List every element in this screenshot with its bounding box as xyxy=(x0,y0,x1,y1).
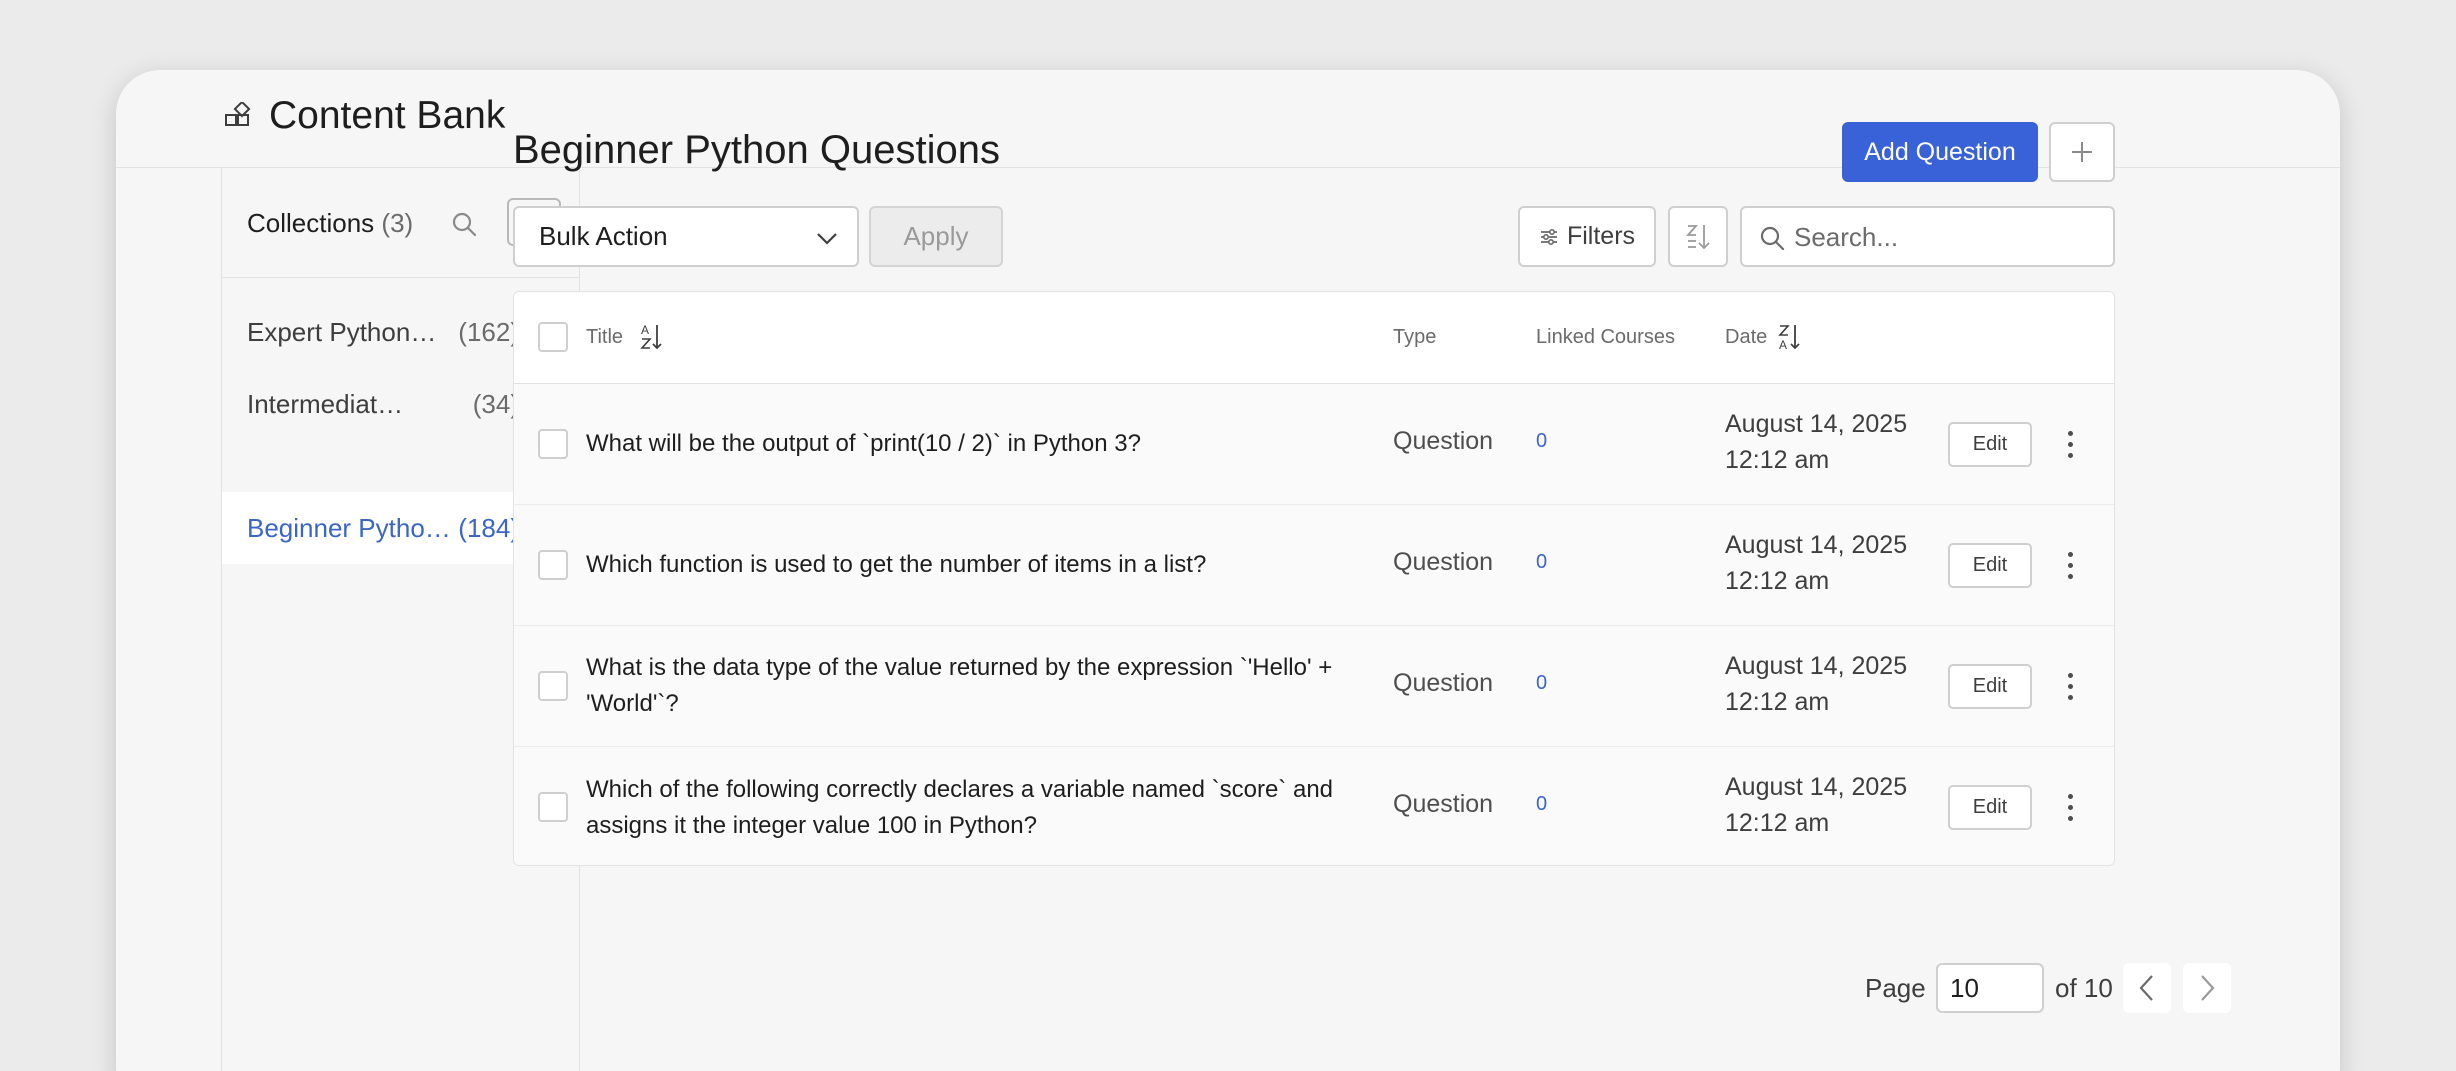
question-date: August 14, 2025 12:12 am xyxy=(1725,769,1907,841)
filters-button[interactable]: Filters xyxy=(1518,206,1656,267)
collection-item-count: (162) xyxy=(458,316,519,347)
date-value: August 14, 2025 xyxy=(1725,652,1908,680)
time-value: 12:12 am xyxy=(1725,688,1830,716)
table-row[interactable]: What is the data type of the value retur… xyxy=(514,626,2114,747)
row-checkbox[interactable] xyxy=(538,550,568,580)
column-header-type: Type xyxy=(1393,326,1437,348)
collections-title: Collections (3) xyxy=(247,208,413,239)
search-icon xyxy=(452,212,477,237)
add-menu-button[interactable] xyxy=(2049,122,2115,182)
column-header-linked-courses: Linked Courses xyxy=(1536,326,1675,348)
bulk-action-value: Bulk Action xyxy=(539,221,668,251)
row-checkbox[interactable] xyxy=(538,429,568,459)
collections-label: Collections xyxy=(247,208,375,238)
chevron-down-icon xyxy=(817,233,837,245)
question-type: Question xyxy=(1393,548,1494,576)
time-value: 12:12 am xyxy=(1725,446,1830,474)
question-title[interactable]: Which function is used to get the number… xyxy=(586,547,1346,583)
question-date: August 14, 2025 12:12 am xyxy=(1725,406,1907,478)
previous-page-button[interactable] xyxy=(2123,963,2171,1013)
sort-icon[interactable]: A xyxy=(640,322,664,352)
svg-text:A: A xyxy=(1779,338,1787,352)
more-vertical-icon[interactable] xyxy=(2059,543,2081,588)
collection-item-label: Beginner Python Questions xyxy=(247,512,457,543)
table-row[interactable]: Which of the following correctly declare… xyxy=(514,747,2114,865)
pager-label: Page xyxy=(1865,973,1926,1003)
question-type: Question xyxy=(1393,790,1494,818)
more-vertical-icon[interactable] xyxy=(2059,664,2081,709)
pager-total: of 10 xyxy=(2055,973,2113,1003)
app-title: Content Bank xyxy=(269,94,506,137)
sort-button[interactable] xyxy=(1668,206,1728,267)
more-vertical-icon[interactable] xyxy=(2059,422,2081,467)
sort-icon xyxy=(1685,224,1710,249)
svg-text:A: A xyxy=(641,323,649,337)
question-date: August 14, 2025 12:12 am xyxy=(1725,527,1907,599)
page-title: Beginner Python Questions xyxy=(513,128,1000,172)
app-icon xyxy=(225,102,251,126)
question-title[interactable]: What will be the output of `print(10 / 2… xyxy=(586,426,1346,462)
edit-button[interactable]: Edit xyxy=(1948,422,2032,467)
linked-courses-count[interactable]: 0 xyxy=(1536,430,1547,453)
page-number-input[interactable] xyxy=(1936,963,2044,1013)
bulk-action-select[interactable]: Bulk Action xyxy=(513,206,859,267)
search-field[interactable] xyxy=(1740,206,2115,267)
row-checkbox[interactable] xyxy=(538,671,568,701)
table-row[interactable]: What will be the output of `print(10 / 2… xyxy=(514,384,2114,505)
date-value: August 14, 2025 xyxy=(1725,773,1908,801)
question-title[interactable]: What is the data type of the value retur… xyxy=(586,650,1346,722)
column-header-date[interactable]: Date xyxy=(1725,326,1767,349)
collection-item-label: Expert Python Questions xyxy=(247,316,442,347)
next-page-button[interactable] xyxy=(2183,963,2231,1013)
chevron-right-icon xyxy=(2201,975,2215,1001)
collections-count: (3) xyxy=(381,208,414,238)
collections-search-button[interactable] xyxy=(444,204,484,244)
edit-button[interactable]: Edit xyxy=(1948,664,2032,709)
question-title[interactable]: Which of the following correctly declare… xyxy=(586,772,1346,844)
column-header-title[interactable]: Title xyxy=(586,326,623,349)
apply-button[interactable]: Apply xyxy=(869,206,1003,267)
search-icon xyxy=(1760,226,1785,251)
time-value: 12:12 am xyxy=(1725,809,1830,837)
add-question-button[interactable]: Add Question xyxy=(1842,122,2038,182)
sort-icon[interactable]: A xyxy=(1778,322,1802,352)
question-date: August 14, 2025 12:12 am xyxy=(1725,648,1907,720)
collection-item-count: (184) xyxy=(458,512,519,543)
more-vertical-icon[interactable] xyxy=(2059,785,2081,830)
linked-courses-count[interactable]: 0 xyxy=(1536,551,1547,574)
search-input[interactable] xyxy=(1794,216,2094,258)
chevron-left-icon xyxy=(2139,975,2153,1001)
row-checkbox[interactable] xyxy=(538,792,568,822)
time-value: 12:12 am xyxy=(1725,567,1830,595)
date-value: August 14, 2025 xyxy=(1725,410,1908,438)
table-header: Title A Type Linked Courses Date A xyxy=(514,292,2114,384)
filter-icon xyxy=(1540,228,1557,245)
questions-table: Title A Type Linked Courses Date A What … xyxy=(513,291,2115,866)
table-row[interactable]: Which function is used to get the number… xyxy=(514,505,2114,626)
date-value: August 14, 2025 xyxy=(1725,531,1908,559)
question-type: Question xyxy=(1393,669,1494,697)
plus-icon xyxy=(2072,142,2092,162)
linked-courses-count[interactable]: 0 xyxy=(1536,672,1547,695)
question-type: Question xyxy=(1393,427,1494,455)
collection-item-label: Intermediate Python Questions xyxy=(247,388,415,419)
select-all-checkbox[interactable] xyxy=(538,322,568,352)
linked-courses-count[interactable]: 0 xyxy=(1536,793,1547,816)
edit-button[interactable]: Edit xyxy=(1948,543,2032,588)
edit-button[interactable]: Edit xyxy=(1948,785,2032,830)
filters-label: Filters xyxy=(1566,222,1636,250)
